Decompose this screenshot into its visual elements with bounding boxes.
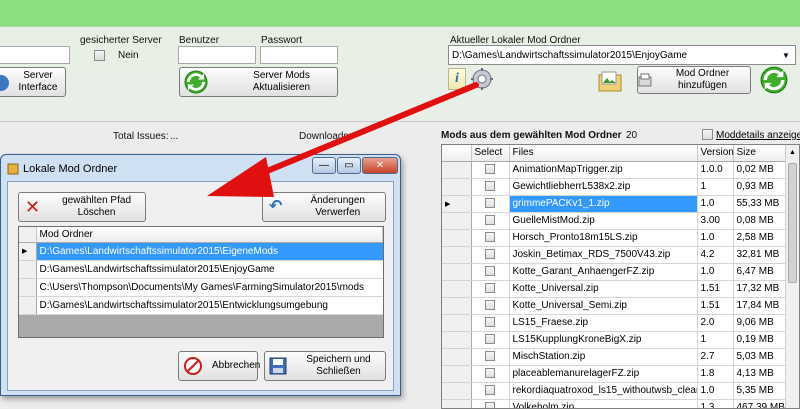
annotation-arrow-head bbox=[207, 157, 274, 197]
annotation-arrow bbox=[207, 82, 479, 197]
main-window: gesicherter Server Nein Benutzer Passwor… bbox=[0, 0, 800, 409]
annotation-arrow-shaft bbox=[247, 82, 479, 181]
